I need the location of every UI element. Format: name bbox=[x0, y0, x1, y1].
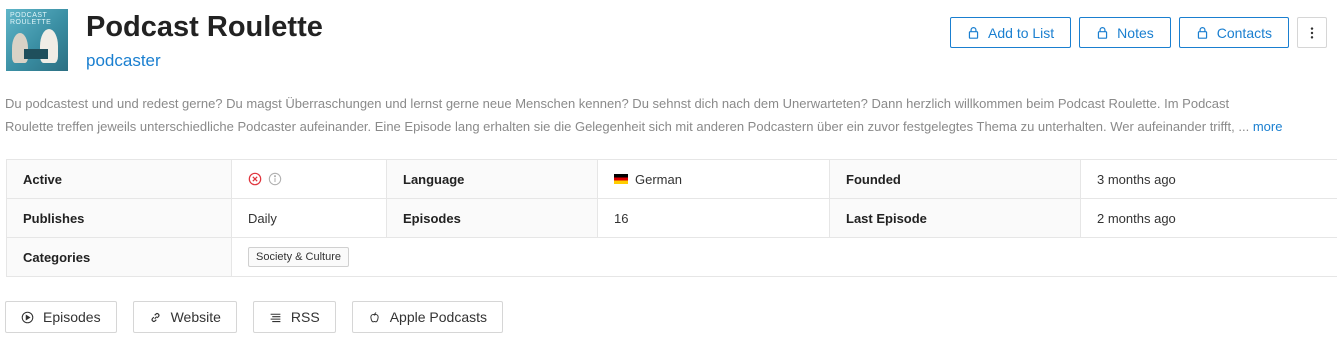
germany-flag-icon bbox=[614, 174, 628, 184]
episodes-value: 16 bbox=[598, 199, 830, 237]
categories-label: Categories bbox=[7, 238, 232, 276]
add-to-list-button[interactable]: Add to List bbox=[950, 17, 1072, 48]
podcast-title: Podcast Roulette bbox=[86, 11, 323, 43]
add-to-list-label: Add to List bbox=[988, 24, 1055, 41]
lock-icon bbox=[968, 27, 979, 39]
apple-podcasts-button[interactable]: Apple Podcasts bbox=[351, 301, 504, 333]
last-episode-value: 2 months ago bbox=[1081, 199, 1337, 237]
podcast-subtitle: podcaster bbox=[86, 51, 161, 70]
publishes-value: Daily bbox=[232, 199, 387, 237]
description-line-1: Du podcastest und und redest gerne? Du m… bbox=[5, 96, 1230, 111]
cover-text: PODCAST ROULETTE bbox=[10, 12, 52, 26]
founded-value: 3 months ago bbox=[1081, 160, 1337, 198]
rss-button[interactable]: RSS bbox=[252, 301, 336, 333]
list-lines-icon bbox=[270, 313, 281, 322]
info-icon[interactable] bbox=[268, 172, 282, 186]
apple-podcasts-button-label: Apple Podcasts bbox=[389, 309, 488, 325]
description-line-2: Roulette treffen jeweils unterschiedlich… bbox=[5, 119, 1250, 134]
kebab-menu-icon bbox=[1310, 26, 1314, 39]
apple-icon bbox=[370, 311, 379, 322]
founded-label: Founded bbox=[830, 160, 1081, 198]
lock-icon bbox=[1098, 27, 1108, 39]
play-circle-icon bbox=[21, 311, 34, 323]
info-row: Active Language German Founded 3 months … bbox=[7, 160, 1337, 199]
notes-label: Notes bbox=[1117, 24, 1154, 41]
language-text: German bbox=[635, 171, 682, 187]
podcast-cover-image: PODCAST ROULETTE bbox=[6, 9, 68, 71]
more-options-button[interactable] bbox=[1297, 17, 1327, 48]
episodes-button-label: Episodes bbox=[43, 309, 101, 325]
notes-button[interactable]: Notes bbox=[1079, 17, 1171, 48]
podcast-links: Episodes Website RSS Apple Podcasts bbox=[5, 301, 504, 333]
info-row: Categories Society & Culture bbox=[7, 238, 1337, 277]
header-actions: Add to List Notes Contacts bbox=[950, 17, 1327, 48]
inactive-x-icon bbox=[248, 172, 262, 186]
info-row: Publishes Daily Episodes 16 Last Episode… bbox=[7, 199, 1337, 238]
contacts-button[interactable]: Contacts bbox=[1178, 17, 1289, 48]
lock-icon bbox=[1197, 27, 1207, 39]
category-tag[interactable]: Society & Culture bbox=[248, 247, 349, 267]
contacts-label: Contacts bbox=[1216, 24, 1272, 41]
active-label: Active bbox=[7, 160, 232, 198]
rss-button-label: RSS bbox=[290, 309, 320, 325]
podcast-description: Du podcastest und und redest gerne? Du m… bbox=[5, 92, 1335, 138]
active-value bbox=[232, 160, 387, 198]
website-button[interactable]: Website bbox=[132, 301, 237, 333]
episodes-button[interactable]: Episodes bbox=[5, 301, 117, 333]
language-value: German bbox=[598, 160, 830, 198]
podcast-info-table: Active Language German Founded 3 months … bbox=[6, 159, 1337, 277]
language-label: Language bbox=[387, 160, 598, 198]
website-button-label: Website bbox=[170, 309, 221, 325]
link-icon bbox=[151, 312, 160, 322]
publishes-label: Publishes bbox=[7, 199, 232, 237]
last-episode-label: Last Episode bbox=[830, 199, 1081, 237]
categories-value: Society & Culture bbox=[232, 238, 1337, 276]
more-link[interactable]: more bbox=[1253, 119, 1283, 134]
podcast-header: PODCAST ROULETTE Podcast Roulette podcas… bbox=[6, 9, 1331, 73]
episodes-label: Episodes bbox=[387, 199, 598, 237]
